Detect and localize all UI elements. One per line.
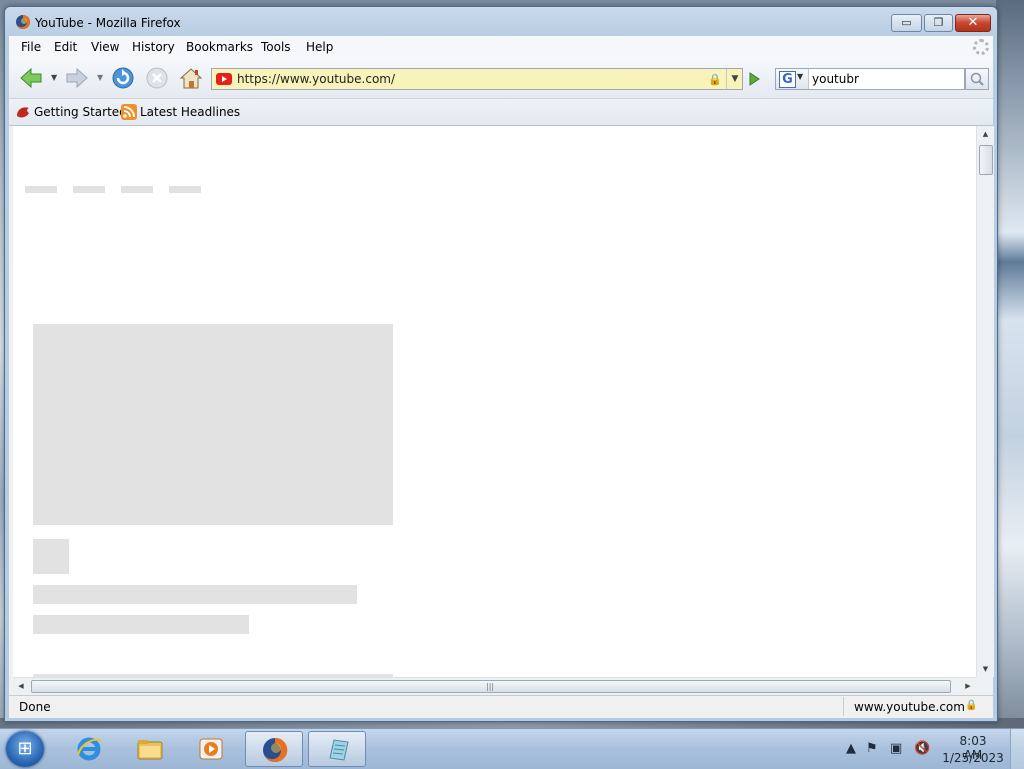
address-bar[interactable]: https://www.youtube.com/ 🔒 ▼ [211,68,743,90]
page-content[interactable] [13,126,976,677]
vertical-scrollbar[interactable]: ▲ ▼ [976,126,994,677]
chevron-down-icon: ▼ [797,72,804,81]
file-explorer-icon [137,740,163,760]
bookmark-latest-headlines[interactable]: Latest Headlines [140,105,240,119]
action-center-flag-icon[interactable]: ⚑ [866,741,878,756]
windows-logo-icon: ⊞ [17,738,33,759]
skeleton-nav-item [121,186,153,193]
lock-icon[interactable]: 🔒 [965,700,977,712]
scroll-up-icon[interactable]: ▲ [977,126,994,142]
skeleton-nav-item [169,186,201,193]
menu-bookmarks[interactable]: Bookmarks [186,40,253,54]
stop-icon[interactable] [143,66,171,90]
search-engine-selector[interactable]: G ▼ [776,69,809,89]
volume-muted-icon[interactable]: 🔇 [914,741,930,756]
vertical-scroll-thumb[interactable] [979,145,993,175]
show-hidden-icons-icon[interactable]: ▲ [846,741,856,756]
scroll-left-icon[interactable]: ◀ [13,678,29,695]
close-button[interactable]: ✕ [955,14,991,32]
firefox-bookmark-icon [17,107,29,118]
menu-file[interactable]: File [21,40,41,54]
window-title: YouTube - Mozilla Firefox [35,16,181,30]
scroll-right-icon[interactable]: ▶ [960,678,976,695]
menu-bar: File Edit View History Bookmarks Tools H… [9,36,993,58]
taskbar-firefox[interactable] [245,731,303,767]
taskbar-media-player[interactable] [182,731,240,767]
desktop-background [996,0,1024,728]
minimize-button[interactable]: ▭ [891,14,922,32]
menu-edit[interactable]: Edit [54,40,77,54]
firefox-icon [16,14,31,29]
home-icon[interactable] [177,66,205,90]
skeleton-title-line [33,585,357,604]
bookmarks-toolbar: Getting Started Latest Headlines [9,99,993,126]
skeleton-avatar [33,539,69,574]
youtube-favicon-icon [216,73,232,85]
start-button[interactable]: ⊞ [6,731,44,767]
back-history-dropdown-icon[interactable]: ▼ [51,73,57,82]
search-button[interactable] [965,68,989,90]
show-desktop-button[interactable] [1010,729,1024,769]
taskbar-internet-explorer[interactable] [60,731,118,767]
scrollbar-corner [976,677,993,694]
firefox-icon [263,737,288,762]
menu-tools[interactable]: Tools [261,40,291,54]
taskbar: ⊞ ▲ ⚑ ▣ 🔇 8:03 AM 1/25/2023 [0,728,1024,769]
bookmark-getting-started[interactable]: Getting Started [34,105,127,119]
reload-icon[interactable] [109,66,137,90]
network-icon[interactable]: ▣ [890,741,902,756]
clock-date[interactable]: 1/25/2023 [940,751,1006,765]
browser-client: File Edit View History Bookmarks Tools H… [9,36,994,718]
scroll-down-icon[interactable]: ▼ [977,661,994,677]
status-text: Done [19,700,51,714]
title-bar[interactable]: YouTube - Mozilla Firefox ▭ ❐ ✕ [5,7,997,37]
menu-history[interactable]: History [132,40,175,54]
url-text[interactable]: https://www.youtube.com/ [237,72,395,86]
status-site: www.youtube.com [843,697,971,716]
search-box[interactable]: G ▼ youtubr [775,68,965,90]
grip-icon: ||| [486,682,495,691]
horizontal-scroll-thumb[interactable]: ||| [31,680,951,693]
lock-icon: 🔒 [708,73,722,86]
internet-explorer-icon [77,737,102,761]
navigation-toolbar: ▼ ▼ https://www.youtube.com/ 🔒 ▼ G ▼ you… [9,58,993,99]
minimize-icon: ▭ [901,16,912,29]
status-bar: Done www.youtube.com 🔒 [9,695,993,718]
skeleton-video-thumbnail [33,324,393,525]
skeleton-meta-line [33,615,249,634]
rss-icon [121,104,137,120]
menu-help[interactable]: Help [306,40,333,54]
browser-window: YouTube - Mozilla Firefox ▭ ❐ ✕ File Edi… [4,6,998,722]
taskbar-notepad[interactable] [308,731,366,767]
skeleton-nav-item [73,186,105,193]
menu-view[interactable]: View [91,40,119,54]
google-icon: G [779,71,796,88]
media-player-icon [199,738,223,760]
forward-history-dropdown-icon[interactable]: ▼ [97,73,103,82]
close-icon: ✕ [967,15,979,30]
horizontal-scrollbar[interactable]: ◀ ||| ▶ [13,677,976,695]
go-arrow-icon[interactable] [745,70,763,88]
throbber-icon [973,39,989,55]
search-input[interactable]: youtubr [812,72,859,86]
maximize-icon: ❐ [933,16,944,29]
notepad-icon [329,739,349,761]
taskbar-file-explorer[interactable] [121,731,179,767]
url-history-dropdown-icon[interactable]: ▼ [726,69,743,89]
maximize-button[interactable]: ❐ [924,14,953,32]
forward-arrow-icon[interactable] [63,66,91,90]
skeleton-nav-item [25,186,57,193]
magnifier-icon [970,72,984,86]
back-arrow-icon[interactable] [17,66,45,90]
